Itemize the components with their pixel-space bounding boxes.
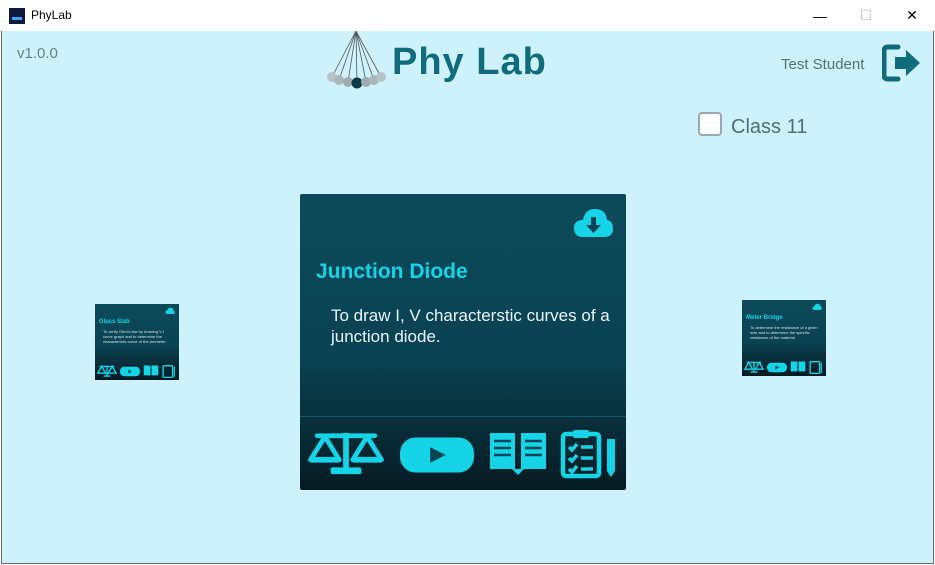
version-label: v1.0.0 <box>17 45 58 62</box>
card-action-bar <box>300 416 626 491</box>
clipboard-icon[interactable] <box>809 360 823 374</box>
book-icon[interactable] <box>143 365 159 377</box>
class-11-label: Class 11 <box>731 116 808 138</box>
experiment-card-glass-slab[interactable]: Glass Slab To verify Ohm's law by drawin… <box>95 304 179 380</box>
app-logo-text: Phy Lab <box>392 41 547 83</box>
logout-icon[interactable] <box>882 43 922 83</box>
close-button[interactable]: ✕ <box>889 0 935 31</box>
card-description: To draw I, V characterstic curves of a j… <box>331 306 610 346</box>
card-title: Glass Slab <box>99 319 130 325</box>
book-icon[interactable] <box>790 361 806 373</box>
clipboard-icon[interactable] <box>560 429 620 479</box>
download-icon[interactable] <box>812 303 822 311</box>
video-icon[interactable] <box>767 362 787 373</box>
video-icon[interactable] <box>120 366 140 377</box>
balance-icon[interactable] <box>744 361 764 373</box>
window-title: PhyLab <box>31 8 72 22</box>
experiment-card-meter-bridge[interactable]: Meter Bridge To determine the resistance… <box>742 300 826 376</box>
minimize-button[interactable]: — <box>797 0 843 31</box>
book-icon[interactable] <box>488 431 548 477</box>
user-name: Test Student <box>781 56 865 73</box>
class-11-checkbox[interactable] <box>698 112 722 136</box>
download-icon[interactable] <box>165 307 175 315</box>
app-icon <box>9 8 25 24</box>
card-action-bar <box>742 358 826 376</box>
balance-icon[interactable] <box>307 429 385 477</box>
maximize-button[interactable]: ☐ <box>843 0 889 31</box>
window-titlebar: PhyLab — ☐ ✕ <box>0 0 935 32</box>
balance-icon[interactable] <box>97 365 117 377</box>
video-icon[interactable] <box>400 437 474 473</box>
download-icon[interactable] <box>573 207 613 239</box>
card-description: To determine the resistance of a given w… <box>750 325 818 340</box>
card-title: Meter Bridge <box>746 315 783 321</box>
card-description: To verify Ohm's law by drawing V-I curve… <box>103 329 166 344</box>
card-title: Junction Diode <box>316 260 468 283</box>
card-action-bar <box>95 362 179 380</box>
clipboard-icon[interactable] <box>162 364 176 378</box>
experiment-card-junction-diode[interactable]: Junction Diode To draw I, V charactersti… <box>300 194 626 490</box>
main-content: v1.0.0 Phy Lab Test Student Class 11 Gla… <box>1 31 934 564</box>
